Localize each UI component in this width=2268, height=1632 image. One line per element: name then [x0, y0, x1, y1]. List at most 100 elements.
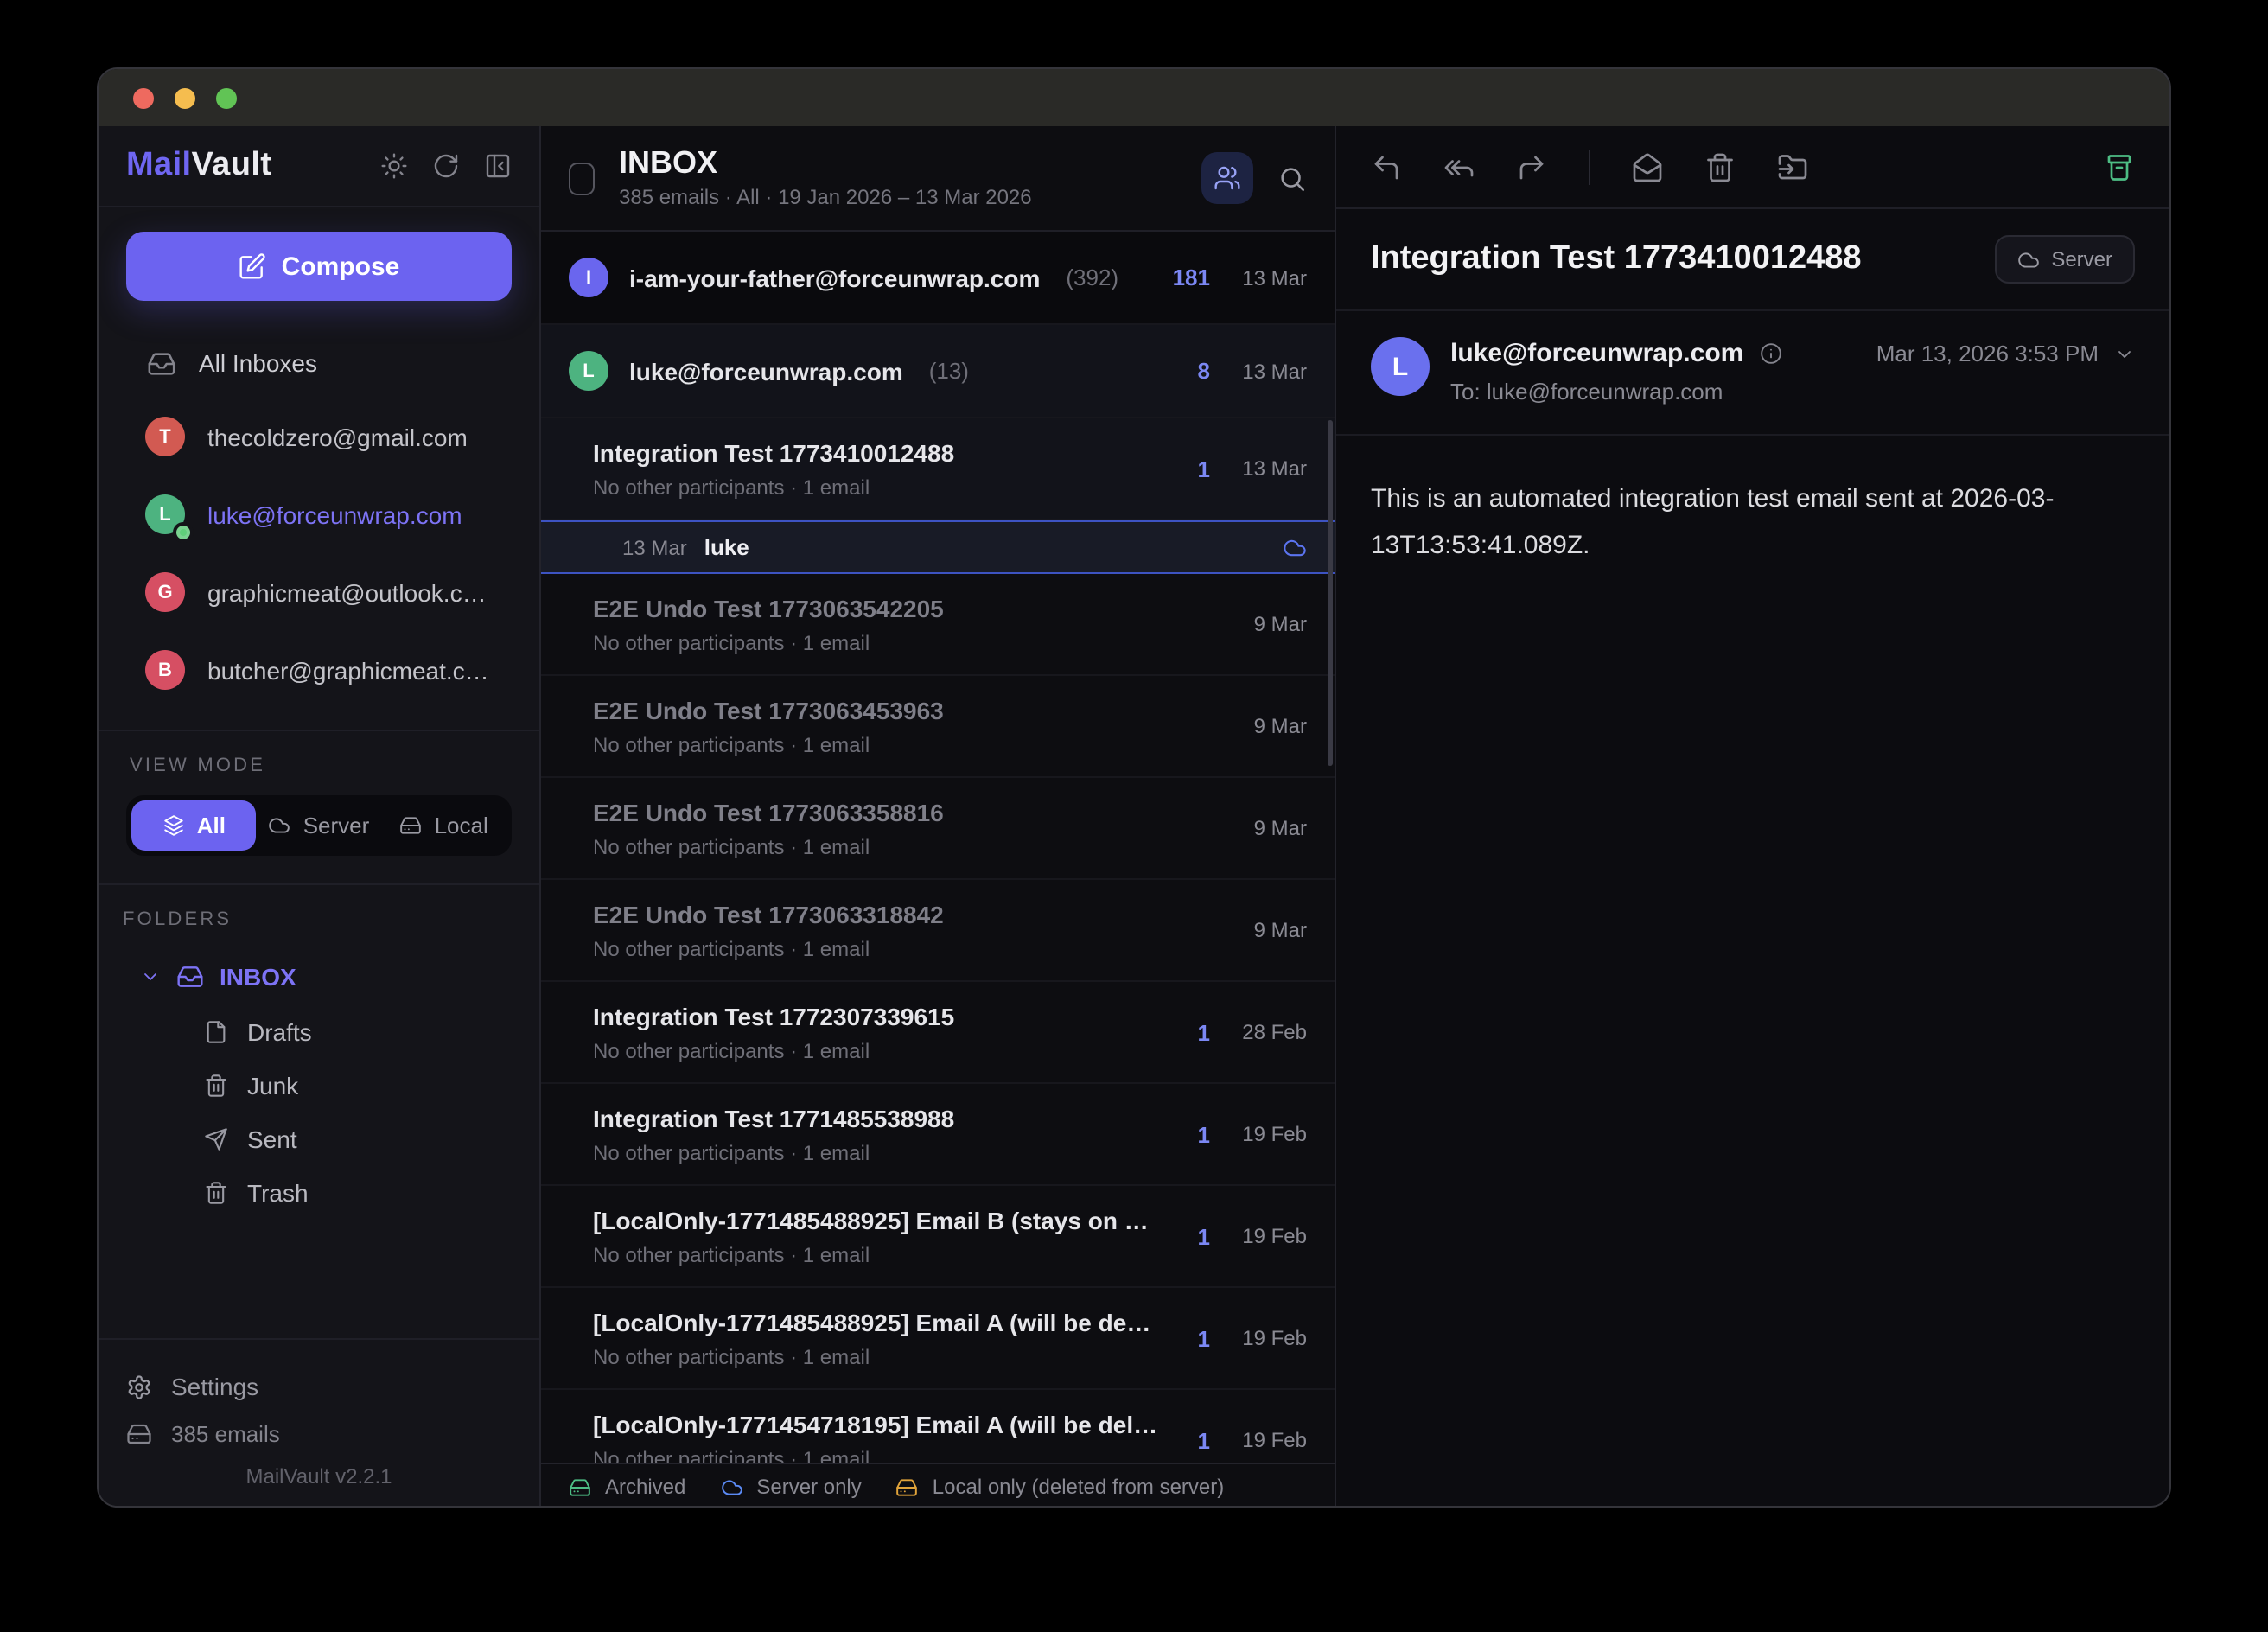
- email-count: 385 emails: [126, 1411, 512, 1456]
- view-mode-switcher: All Server Local: [126, 795, 512, 856]
- sender-group-row-expanded[interactable]: L luke@forceunwrap.com (13) 8 13 Mar: [541, 325, 1335, 418]
- info-icon[interactable]: [1759, 342, 1781, 365]
- mark-unread-icon[interactable]: [1632, 151, 1663, 182]
- message-sender: luke: [704, 534, 749, 560]
- legend-archived: Archived: [605, 1475, 685, 1499]
- hard-drive-icon: [126, 1420, 152, 1446]
- folders-section: FOLDERS INBOX Drafts Junk: [99, 885, 539, 1243]
- thread-row[interactable]: [LocalOnly-1771454718195] Email A (will …: [541, 1390, 1335, 1463]
- reply-icon[interactable]: [1371, 151, 1402, 182]
- message-row-selected[interactable]: 13 Mar luke: [541, 520, 1335, 574]
- account-email: luke@forceunwrap.com: [207, 500, 462, 528]
- settings-button[interactable]: Settings: [126, 1362, 512, 1411]
- row-date: 9 Mar: [1234, 612, 1307, 636]
- thread-meta: No other participants · 1 email: [593, 834, 1220, 858]
- unread-count: 1: [1198, 1223, 1210, 1249]
- thread-row[interactable]: E2E Undo Test 1773063318842 No other par…: [541, 880, 1335, 982]
- folder-inbox[interactable]: INBOX: [119, 949, 519, 1004]
- row-date: 9 Mar: [1234, 918, 1307, 942]
- row-date: 19 Feb: [1234, 1326, 1307, 1350]
- legend-server-only: Server only: [756, 1475, 861, 1499]
- sync-icon[interactable]: [432, 152, 460, 180]
- view-mode-all[interactable]: All: [131, 800, 257, 851]
- row-date: 13 Mar: [1234, 265, 1307, 290]
- server-badge: Server: [1994, 235, 2135, 284]
- thread-row[interactable]: E2E Undo Test 1773063453963 No other par…: [541, 676, 1335, 778]
- row-date: 19 Feb: [1234, 1122, 1307, 1146]
- group-by-sender-button[interactable]: [1201, 152, 1253, 204]
- folders-label: FOLDERS: [123, 909, 519, 930]
- sidebar-item-all-inboxes[interactable]: All Inboxes: [99, 328, 539, 398]
- sender-email: luke@forceunwrap.com: [1450, 339, 1743, 368]
- collapse-sidebar-icon[interactable]: [484, 152, 512, 180]
- minimize-window-button[interactable]: [175, 87, 195, 108]
- list-header: INBOX 385 emails · All · 19 Jan 2026 – 1…: [541, 126, 1335, 232]
- cloud-icon: [2016, 248, 2039, 271]
- subject-row: Integration Test 1773410012488 Server: [1336, 209, 2169, 311]
- unread-count: 181: [1173, 265, 1210, 290]
- thread-meta: No other participants · 1 email: [593, 732, 1220, 756]
- list-scrollbar[interactable]: [1328, 420, 1333, 766]
- avatar: G: [145, 572, 185, 612]
- select-all-checkbox[interactable]: [569, 162, 595, 194]
- account-item[interactable]: B butcher@graphicmeat.c…: [99, 631, 539, 709]
- thread-meta: No other participants · 1 email: [593, 1038, 1184, 1062]
- view-mode-label: VIEW MODE: [130, 755, 512, 776]
- app-version: MailVault v2.2.1: [126, 1464, 512, 1489]
- thread-row[interactable]: E2E Undo Test 1773063358816 No other par…: [541, 778, 1335, 880]
- send-icon: [204, 1126, 228, 1151]
- thread-meta: No other participants · 1 email: [593, 936, 1220, 960]
- thread-subject: [LocalOnly-1771485488925] Email A (will …: [593, 1308, 1184, 1336]
- folder-trash[interactable]: Trash: [119, 1165, 519, 1219]
- account-item[interactable]: G graphicmeat@outlook.c…: [99, 553, 539, 631]
- accounts-section: All Inboxes T thecoldzero@gmail.com L lu…: [99, 322, 539, 731]
- account-email: graphicmeat@outlook.c…: [207, 578, 487, 606]
- titlebar: [99, 69, 2169, 126]
- search-button[interactable]: [1277, 163, 1307, 193]
- folder-junk[interactable]: Junk: [119, 1058, 519, 1112]
- sender-group-row[interactable]: I i-am-your-father@forceunwrap.com (392)…: [541, 232, 1335, 325]
- folder-drafts[interactable]: Drafts: [119, 1004, 519, 1058]
- chevron-down-icon[interactable]: [140, 966, 161, 987]
- users-icon: [1214, 164, 1241, 192]
- group-count: (392): [1066, 265, 1118, 290]
- forward-icon[interactable]: [1516, 151, 1547, 182]
- thread-row[interactable]: Integration Test 1772307339615 No other …: [541, 982, 1335, 1084]
- compose-button[interactable]: Compose: [126, 232, 512, 301]
- thread-subject: [LocalOnly-1771485488925] Email B (stays…: [593, 1206, 1184, 1234]
- thread-row[interactable]: [LocalOnly-1771485488925] Email A (will …: [541, 1288, 1335, 1390]
- thread-subject: E2E Undo Test 1773063453963: [593, 696, 1220, 724]
- thread-row[interactable]: [LocalOnly-1771485488925] Email B (stays…: [541, 1186, 1335, 1288]
- view-mode-section: VIEW MODE All Server Local: [99, 731, 539, 885]
- thread-row[interactable]: E2E Undo Test 1773063542205 No other par…: [541, 574, 1335, 676]
- close-window-button[interactable]: [133, 87, 154, 108]
- sidebar: MailVault Compose: [99, 126, 541, 1508]
- view-mode-server[interactable]: Server: [257, 800, 382, 851]
- delete-icon[interactable]: [1704, 151, 1736, 182]
- legend-local-only: Local only (deleted from server): [933, 1475, 1225, 1499]
- status-legend: Archived Server only Local only (deleted…: [541, 1463, 1335, 1508]
- trash-icon: [204, 1180, 228, 1204]
- move-to-folder-icon[interactable]: [1777, 151, 1808, 182]
- theme-toggle-icon[interactable]: [380, 152, 408, 180]
- reading-pane: Integration Test 1773410012488 Server L …: [1336, 126, 2169, 1508]
- thread-subject: Integration Test 1772307339615: [593, 1002, 1184, 1030]
- account-item[interactable]: T thecoldzero@gmail.com: [99, 398, 539, 475]
- zoom-window-button[interactable]: [216, 87, 237, 108]
- thread-row[interactable]: Integration Test 1771485538988 No other …: [541, 1084, 1335, 1186]
- folder-sent[interactable]: Sent: [119, 1112, 519, 1165]
- archive-icon[interactable]: [2104, 151, 2135, 182]
- unread-count: 1: [1198, 1427, 1210, 1453]
- view-mode-local[interactable]: Local: [381, 800, 506, 851]
- account-item-selected[interactable]: L luke@forceunwrap.com: [99, 475, 539, 553]
- reply-all-icon[interactable]: [1443, 151, 1475, 182]
- thread-meta: No other participants · 1 email: [593, 630, 1220, 654]
- chevron-down-icon[interactable]: [2114, 343, 2135, 364]
- list-subtitle: 385 emails · All · 19 Jan 2026 – 13 Mar …: [619, 186, 1032, 210]
- list-title: INBOX: [619, 146, 1032, 181]
- thread-subject: E2E Undo Test 1773063542205: [593, 594, 1220, 622]
- cloud-icon: [269, 814, 291, 837]
- trash-icon: [204, 1073, 228, 1097]
- sidebar-footer: Settings 385 emails MailVault v2.2.1: [99, 1338, 539, 1508]
- thread-row[interactable]: Integration Test 1773410012488 No other …: [541, 418, 1335, 520]
